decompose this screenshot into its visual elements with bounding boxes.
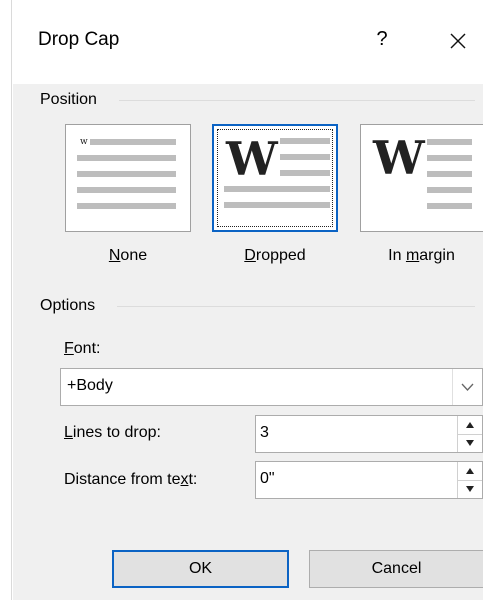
dialog-title: Drop Cap <box>38 29 120 50</box>
small-letter-glyph: w <box>80 137 88 147</box>
label-text: ines to drop: <box>72 424 161 441</box>
drop-cap-dialog: Drop Cap ? Position w None W Dropped W I… <box>0 0 483 600</box>
preview-line <box>280 154 330 160</box>
preview-line <box>427 187 472 193</box>
access-key: m <box>405 247 420 264</box>
preview-line <box>427 155 472 161</box>
close-button[interactable] <box>442 26 474 56</box>
preview-line <box>77 171 176 177</box>
preview-line <box>77 155 176 161</box>
preview-line <box>427 203 472 209</box>
focus-rectangle: W <box>217 129 333 227</box>
option-none-box[interactable]: w <box>65 124 191 232</box>
ok-button[interactable]: OK <box>112 550 289 588</box>
chevron-down-icon <box>461 383 474 391</box>
label-text: one <box>120 247 148 264</box>
access-key: D <box>244 247 256 264</box>
label-text: ont: <box>73 340 101 357</box>
options-group-divider <box>117 306 475 307</box>
dialog-body: Position w None W Dropped W In margin Op… <box>13 84 483 600</box>
spin-down-button[interactable] <box>458 434 482 453</box>
lines-to-drop-spinner[interactable]: 3 <box>255 415 483 453</box>
help-button[interactable]: ? <box>371 24 393 54</box>
label-text: argin <box>419 247 455 264</box>
label-text: In <box>388 247 406 264</box>
distance-from-text-spinner[interactable]: 0" <box>255 461 483 499</box>
triangle-down-icon <box>466 440 474 446</box>
preview-line <box>280 170 330 176</box>
spin-up-button[interactable] <box>458 416 482 434</box>
option-in-margin-box[interactable]: W <box>360 124 483 232</box>
distance-from-text-label: Distance from text: <box>64 471 197 489</box>
option-none-label[interactable]: None <box>65 247 191 265</box>
spin-up-button[interactable] <box>458 462 482 480</box>
drop-letter-glyph: W <box>226 132 278 186</box>
dropdown-button[interactable] <box>452 369 482 405</box>
preview-line <box>224 186 330 192</box>
close-icon <box>450 33 466 49</box>
spin-down-button[interactable] <box>458 480 482 499</box>
option-dropped-box[interactable]: W <box>212 124 338 232</box>
options-group-label: Options <box>40 297 96 314</box>
label-text: ropped <box>255 247 306 264</box>
access-key: N <box>108 247 121 264</box>
spinner-buttons <box>457 416 482 452</box>
triangle-up-icon <box>466 468 474 474</box>
distance-value: 0" <box>260 470 275 487</box>
access-key: L <box>64 424 73 441</box>
dialog-left-edge <box>0 0 12 600</box>
preview-line <box>224 202 330 208</box>
label-text: t: <box>188 471 198 488</box>
title-bar: Drop Cap ? <box>13 0 483 84</box>
font-combobox[interactable]: +Body <box>60 368 483 406</box>
option-in-margin-label[interactable]: In margin <box>360 247 483 265</box>
preview-line <box>77 203 176 209</box>
preview-line <box>90 139 176 145</box>
lines-to-drop-value: 3 <box>260 424 269 441</box>
preview-line <box>427 171 472 177</box>
cancel-button[interactable]: Cancel <box>309 550 483 588</box>
preview-line <box>77 187 176 193</box>
font-value: +Body <box>67 377 113 394</box>
option-dropped-label[interactable]: Dropped <box>212 247 338 265</box>
access-key: F <box>64 340 74 357</box>
spinner-buttons <box>457 462 482 498</box>
font-label: Font: <box>64 340 100 358</box>
lines-to-drop-label: Lines to drop: <box>64 424 161 442</box>
triangle-down-icon <box>466 486 474 492</box>
preview-line <box>427 139 472 145</box>
position-group-label: Position <box>40 91 97 108</box>
preview-line <box>280 138 330 144</box>
label-text: Distance from te <box>64 471 181 488</box>
triangle-up-icon <box>466 422 474 428</box>
drop-letter-glyph: W <box>373 131 425 185</box>
position-group-divider <box>119 100 475 101</box>
